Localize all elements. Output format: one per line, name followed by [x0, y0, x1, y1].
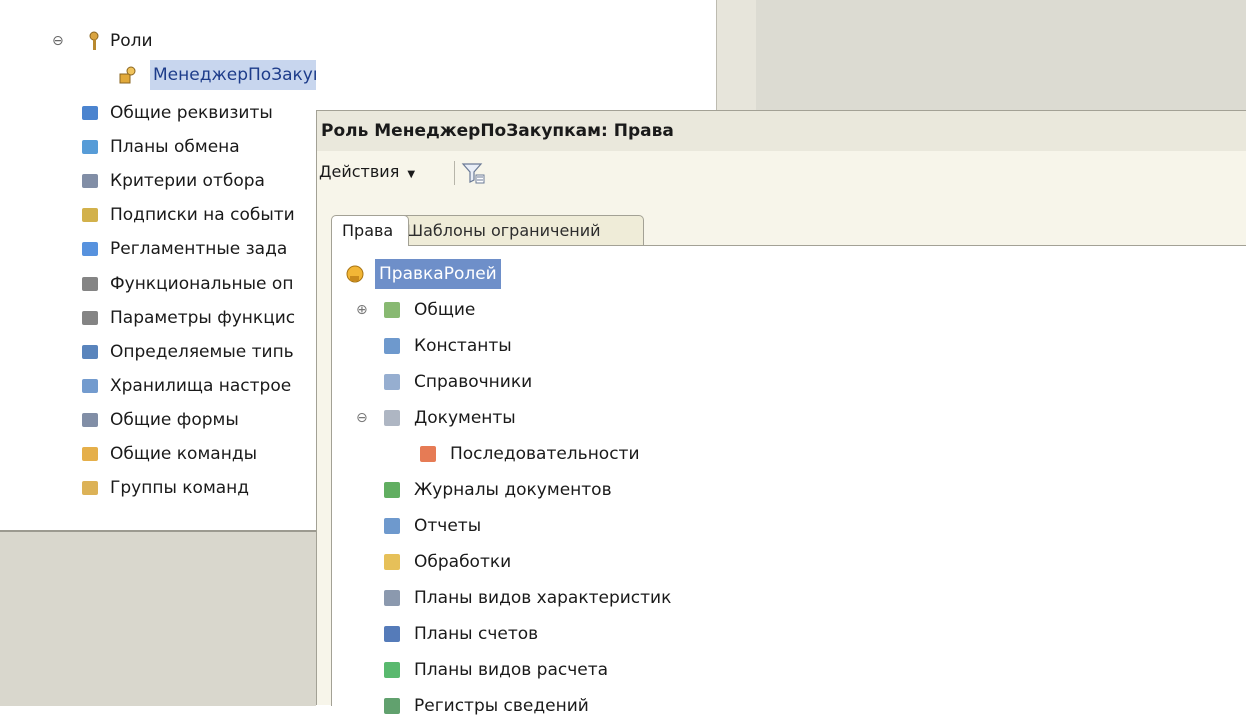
tree-item-label: Общие команды	[110, 444, 257, 464]
tree-item[interactable]: Параметры функцис	[0, 303, 316, 333]
tree-item-label: ПравкаРолей	[375, 259, 501, 289]
tab-rights[interactable]: Права	[331, 215, 409, 246]
tree-item[interactable]: Критерии отбора	[0, 166, 316, 196]
common-form-icon	[82, 412, 98, 427]
tree-item-label: Функциональные оп	[110, 273, 294, 294]
tree-item[interactable]: Общие реквизиты	[0, 98, 316, 128]
tree-item-label: Параметры функцис	[110, 307, 296, 328]
splitter[interactable]	[716, 0, 758, 110]
tree-item-label: Обработки	[414, 552, 512, 572]
tree-item-label: Группы команд	[110, 478, 250, 499]
tree-item-label: Регистры сведений	[414, 696, 589, 716]
tree-item-label: Общие формы	[110, 409, 239, 430]
attributes-icon	[82, 106, 98, 120]
tree-item[interactable]: Планы обмена	[0, 132, 316, 162]
constants-icon	[384, 338, 400, 354]
tree-item-label: Общие	[414, 300, 476, 320]
reports-icon	[384, 518, 400, 534]
tree-item[interactable]: Регламентные зада	[0, 234, 316, 264]
tab-restriction-templates[interactable]: Шаблоны ограничений	[395, 215, 644, 246]
tree-item-label: Регламентные зада	[110, 239, 288, 260]
metadata-tree: ⊖ Роли МенеджерПоЗакупкам Общие реквизит…	[0, 0, 316, 530]
tab-label: Шаблоны ограничений	[406, 221, 601, 240]
tree-item-roles[interactable]: ⊖ Роли	[0, 26, 316, 56]
tree-item[interactable]: Определяемые типь	[0, 337, 316, 367]
role-icon	[119, 66, 136, 84]
common-icon	[384, 302, 400, 318]
actions-label: Действия	[319, 162, 400, 181]
key-icon	[89, 31, 99, 50]
tree-item-label: Планы видов расчета	[414, 660, 609, 680]
tree-item-label: Планы счетов	[414, 624, 539, 644]
actions-menu-button[interactable]: Действия ▼	[319, 159, 415, 185]
tree-item-label: Отчеты	[414, 516, 482, 536]
catalogs-icon	[384, 374, 400, 390]
common-command-icon	[82, 447, 98, 461]
tree-item[interactable]: Общие формы	[0, 405, 316, 435]
tabs-area: Права Шаблоны ограничений ПравкаРолей ⊕ О…	[317, 193, 1246, 716]
tab-label: Права	[342, 221, 394, 240]
event-subscription-icon	[82, 208, 98, 223]
tree-item-label: Справочники	[414, 372, 533, 392]
chart-of-accounts-icon	[384, 626, 400, 642]
tree-item-label: МенеджерПоЗакупкам	[150, 60, 316, 90]
tree-item[interactable]: Функциональные оп	[0, 269, 316, 299]
tree-item[interactable]: Подписки на событи	[0, 200, 316, 230]
workspace-background	[756, 0, 1246, 110]
tree-item-label: Планы обмена	[110, 137, 240, 158]
functional-option-icon	[82, 276, 98, 291]
chart-of-characteristics-icon	[384, 590, 400, 606]
defined-type-icon	[82, 344, 98, 359]
rights-tree-panel: ПравкаРолей ⊕ Общие Константы Справочники ⊖ Д…	[331, 245, 1246, 716]
data-processors-icon	[384, 554, 400, 570]
functional-parameter-icon	[82, 310, 98, 325]
tree-item[interactable]: Группы команд	[0, 473, 316, 503]
role-rights-window: Роль МенеджерПоЗакупкам: Права Действия …	[316, 110, 1246, 716]
information-registers-icon	[384, 698, 400, 714]
tree-item-label: Документы	[414, 408, 516, 428]
toolbar-divider	[454, 161, 455, 185]
sequences-icon	[420, 446, 436, 462]
tree-item-selected-role[interactable]: МенеджерПоЗакупкам	[0, 60, 316, 90]
tree-item-label: Журналы документов	[414, 480, 612, 500]
exchange-plan-icon	[82, 140, 98, 155]
chevron-down-icon: ▼	[407, 169, 416, 180]
left-empty-area	[0, 530, 316, 706]
document-journals-icon	[384, 482, 400, 498]
settings-storage-icon	[82, 378, 98, 393]
command-group-icon	[82, 481, 98, 496]
filter-criteria-icon	[82, 174, 98, 189]
documents-icon	[384, 410, 400, 426]
tree-item[interactable]: Общие команды	[0, 439, 316, 469]
tree-item-label: Подписки на событи	[110, 205, 295, 226]
filter-icon[interactable]	[461, 161, 485, 185]
window-title: Роль МенеджерПоЗакупкам: Права	[317, 111, 1246, 151]
role-rights-icon	[346, 265, 364, 283]
tree-item-label: Общие реквизиты	[110, 103, 273, 123]
scheduled-job-icon	[82, 242, 98, 257]
tree-item-label: Константы	[414, 336, 512, 356]
tree-item[interactable]: Хранилища настрое	[0, 371, 316, 401]
expand-icon[interactable]: ⊕	[356, 292, 368, 328]
collapse-icon[interactable]: ⊖	[356, 400, 368, 436]
tree-item-label: Определяемые типь	[110, 341, 294, 362]
tree-item-label: Критерии отбора	[110, 171, 265, 192]
tree-item-label: Роли	[110, 31, 153, 51]
tree-item-label: Планы видов характеристик	[414, 588, 672, 608]
toolbar: Действия ▼	[317, 151, 1246, 193]
tree-item-label: Хранилища настрое	[110, 375, 292, 396]
collapse-icon[interactable]: ⊖	[52, 26, 64, 56]
tree-item-label: Последовательности	[450, 444, 640, 464]
chart-of-calculation-icon	[384, 662, 400, 678]
